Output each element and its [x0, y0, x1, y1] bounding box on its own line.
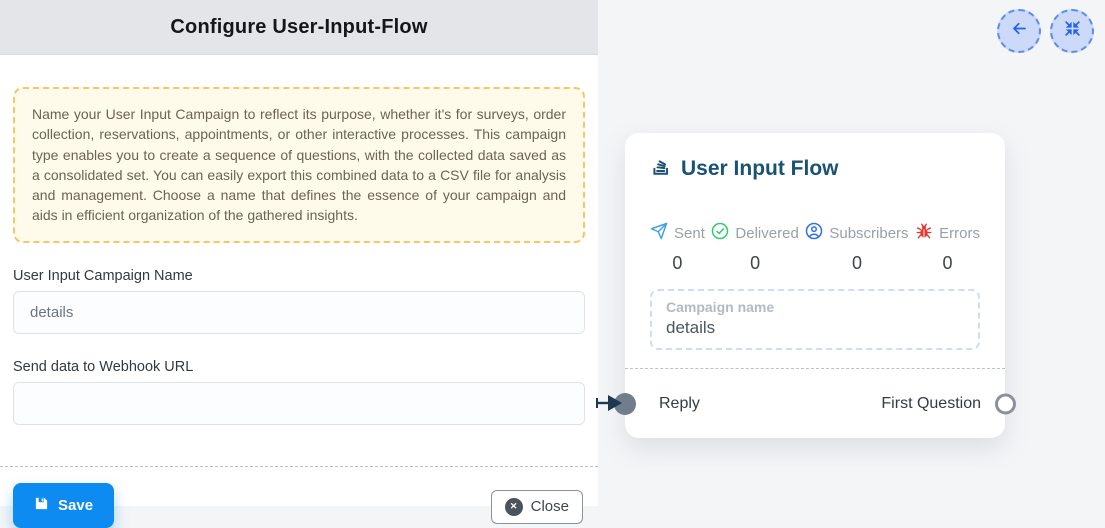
user-input-flow-node[interactable]: User Input Flow Sent 0	[625, 133, 1005, 438]
stat-subscribers: Subscribers 0	[805, 222, 908, 274]
node-footer: Reply First Question	[625, 368, 1005, 438]
stat-delivered-label: Delivered	[735, 225, 798, 242]
stat-errors-label: Errors	[939, 225, 980, 242]
stat-subscribers-label: Subscribers	[829, 225, 908, 242]
node-stats: Sent 0 Delivered 0	[650, 222, 980, 274]
stat-sent-label: Sent	[674, 225, 705, 242]
save-floppy-icon	[34, 496, 49, 515]
stat-sent-value: 0	[672, 253, 682, 274]
panel-actions: Save ✕ Close	[0, 467, 598, 528]
connector-arrow-icon	[596, 393, 623, 418]
reply-label: Reply	[659, 395, 700, 413]
stat-errors: Errors 0	[915, 222, 980, 274]
bug-icon	[915, 222, 933, 245]
back-button[interactable]	[997, 9, 1041, 53]
panel-header: Configure User-Input-Flow	[0, 0, 598, 55]
node-title: User Input Flow	[681, 157, 839, 181]
node-body: User Input Flow Sent 0	[625, 133, 1005, 350]
campaign-name-display-value: details	[666, 318, 964, 338]
campaign-name-label: User Input Campaign Name	[13, 268, 585, 284]
arrow-left-icon	[1010, 19, 1029, 43]
send-icon	[650, 222, 668, 245]
flow-canvas[interactable]: User Input Flow Sent 0	[598, 0, 1105, 506]
stack-icon	[650, 155, 672, 183]
stat-errors-value: 0	[943, 253, 953, 274]
first-question-label: First Question	[881, 395, 981, 413]
canvas-toolbar	[997, 9, 1094, 53]
close-button[interactable]: ✕ Close	[491, 490, 583, 524]
configure-panel: Configure User-Input-Flow Name your User…	[0, 0, 598, 506]
save-button-label: Save	[58, 497, 93, 514]
page-title: Configure User-Input-Flow	[170, 16, 427, 39]
stat-subscribers-value: 0	[852, 253, 862, 274]
first-question-source-handle[interactable]	[995, 393, 1016, 414]
webhook-url-input[interactable]	[13, 382, 585, 425]
webhook-url-label: Send data to Webhook URL	[13, 359, 585, 375]
stat-delivered-value: 0	[750, 253, 760, 274]
stat-delivered: Delivered 0	[711, 222, 798, 274]
compress-arrows-icon	[1064, 20, 1081, 42]
campaign-name-display: Campaign name details	[650, 289, 980, 350]
fit-view-button[interactable]	[1050, 9, 1094, 53]
save-button[interactable]: Save	[13, 483, 114, 528]
check-circle-icon	[711, 222, 729, 245]
stat-sent: Sent 0	[650, 222, 705, 274]
campaign-name-input[interactable]	[13, 291, 585, 334]
close-button-label: Close	[531, 498, 569, 515]
info-banner: Name your User Input Campaign to reflect…	[13, 87, 585, 243]
x-circle-icon: ✕	[505, 498, 523, 516]
node-title-row: User Input Flow	[650, 155, 980, 183]
campaign-name-display-label: Campaign name	[666, 299, 964, 315]
user-circle-icon	[805, 222, 823, 245]
